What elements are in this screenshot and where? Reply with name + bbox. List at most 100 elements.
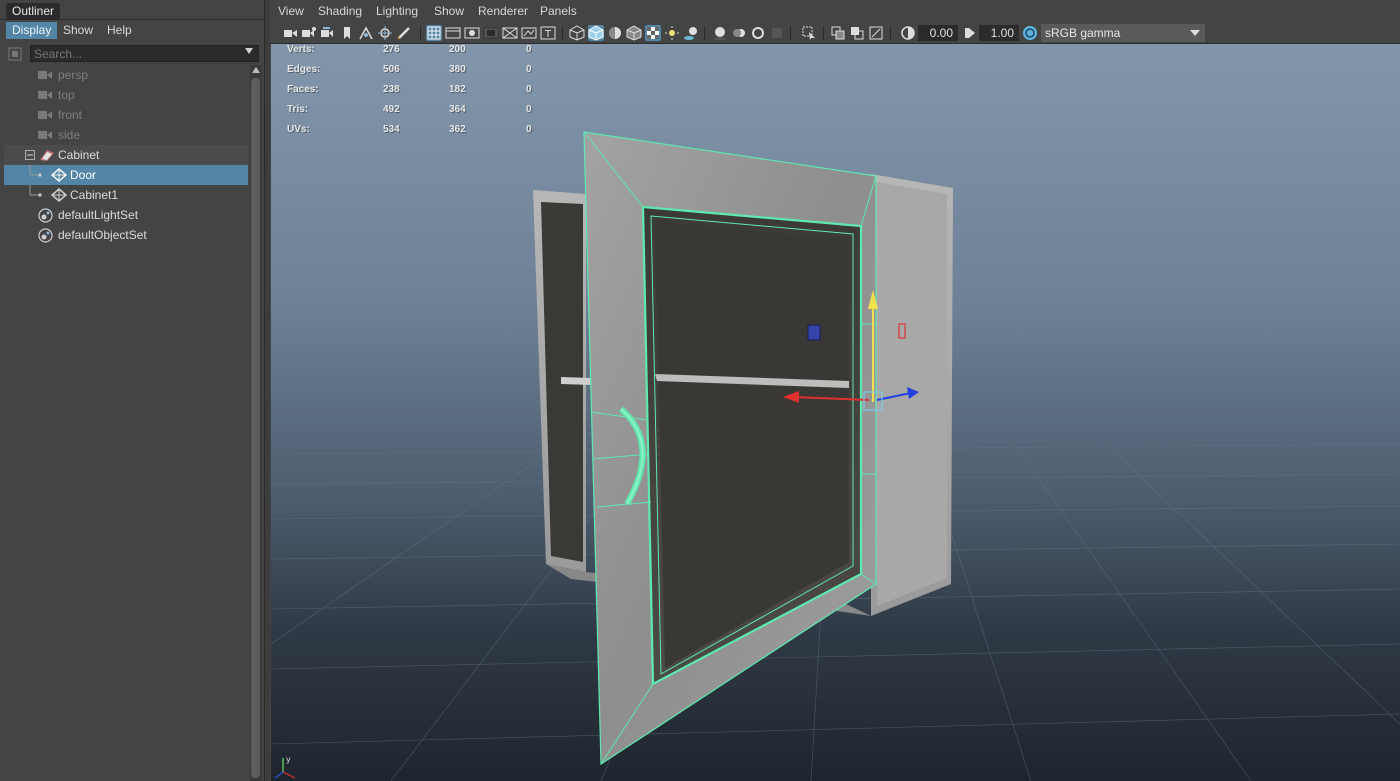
wireframe-icon[interactable] [569,25,585,41]
hud-value: 492 [383,104,400,115]
panel-divider[interactable] [264,0,270,781]
isolate-select-icon[interactable] [801,25,817,41]
viewport-menu-lighting[interactable]: Lighting [376,3,418,20]
outliner-item-front[interactable]: front [4,105,248,125]
outliner-item-defaultobjectset[interactable]: defaultObjectSet [4,225,248,245]
outliner-item-label: persp [58,68,89,82]
svg-text:T: T [544,29,552,40]
outliner-item-side[interactable]: side [4,125,248,145]
outliner-title-tab[interactable]: Outliner [6,3,61,19]
outliner-menu-help[interactable]: Help [101,22,138,39]
hud-row-faces: Faces: 238 182 0 [287,84,547,104]
viewport-menu-shading[interactable]: Shading [318,3,362,20]
exposure-field[interactable]: 0.00 [918,25,958,41]
depth-of-field-icon[interactable] [769,25,785,41]
hud-value: 0 [526,64,532,75]
xray-active-components-icon[interactable] [849,25,865,41]
wireframe-on-shaded-icon[interactable] [626,25,642,41]
outliner-item-label: Cabinet [58,148,100,162]
search-options-arrow-icon[interactable] [245,48,253,54]
safe-title-icon[interactable]: T [540,25,556,41]
xray-icon[interactable] [830,25,846,41]
hud-value: 364 [449,104,466,115]
hud-value: 0 [526,44,532,55]
textured-icon[interactable] [645,25,661,41]
bookmark-camera-icon[interactable] [320,25,336,41]
outliner-search-input[interactable] [30,45,259,62]
outliner-item-defaultlightset[interactable]: defaultLightSet [4,205,248,225]
gate-mask-icon[interactable] [483,25,499,41]
camera-icon [38,71,52,79]
grease-pencil-icon[interactable] [396,25,412,41]
xray-joints-icon[interactable] [868,25,884,41]
outliner-item-label: front [58,108,83,122]
outliner-panel: Outliner Display Show Help persp top fro… [0,0,264,781]
outliner-tree: persp top front side Cabinet Door Cabine… [4,65,248,781]
hud-row-edges: Edges: 506 380 0 [287,64,547,84]
hud-label: Edges: [287,64,321,75]
camera-icon [38,131,52,139]
gamma-field[interactable]: 1.00 [979,25,1019,41]
hud-value: 182 [449,84,466,95]
outliner-menu-show[interactable]: Show [57,22,99,39]
filter-icon[interactable] [8,47,22,61]
2d-pan-zoom-icon[interactable] [377,25,393,41]
chevron-down-icon[interactable] [1190,30,1200,36]
poly-count-hud: Verts: 276 200 0 Edges: 506 380 0 Faces:… [287,44,547,144]
hud-value: 362 [449,124,466,135]
outliner-item-door[interactable]: Door [4,165,248,185]
field-chart-icon[interactable] [502,25,518,41]
viewport-menu-show[interactable]: Show [434,3,464,20]
outliner-item-label: defaultObjectSet [58,228,147,242]
hud-value: 0 [526,104,532,115]
hud-label: Verts: [287,44,315,55]
camera-attributes-icon[interactable] [301,25,317,41]
collapse-icon[interactable] [25,150,35,160]
outliner-item-persp[interactable]: persp [4,65,248,85]
viewport-toolbar: T 0.00 1.00 sRGB gamma [270,22,1400,44]
hud-row-verts: Verts: 276 200 0 [287,44,547,64]
outliner-item-label: Door [70,168,97,182]
hud-value: 0 [526,124,532,135]
hud-value: 200 [449,44,466,55]
tree-line [29,185,42,197]
viewport-menu-renderer[interactable]: Renderer [478,3,528,20]
hud-value: 276 [383,44,400,55]
color-management-select[interactable]: sRGB gamma [1041,24,1205,42]
scene-render: y [271,131,1400,781]
viewport-menu-view[interactable]: View [278,3,304,20]
screen-space-ao-icon[interactable] [712,25,728,41]
hud-value: 0 [526,84,532,95]
outliner-item-label: Cabinet1 [70,188,119,202]
smooth-shade-icon[interactable] [588,25,604,41]
use-all-lights-icon[interactable] [664,25,680,41]
outliner-scroll-thumb[interactable] [251,78,260,778]
motion-blur-icon[interactable] [731,25,747,41]
outliner-menubar: Display Show Help [0,19,264,40]
hud-label: Faces: [287,84,319,95]
hud-label: Tris: [287,104,309,115]
gamma-icon[interactable] [962,25,978,41]
anti-aliasing-icon[interactable] [750,25,766,41]
safe-action-icon[interactable] [521,25,537,41]
exposure-icon[interactable] [900,25,916,41]
tree-line [29,165,42,177]
outliner-menu-display[interactable]: Display [6,22,58,39]
3d-viewport[interactable]: y Verts: 276 200 0 Edges: 506 380 0 Face… [271,44,1400,781]
outliner-item-cabinet1[interactable]: Cabinet1 [4,185,248,205]
color-management-icon[interactable] [1022,25,1038,41]
film-gate-icon[interactable] [445,25,461,41]
outliner-search-row [0,43,264,65]
viewport-menu-panels[interactable]: Panels [540,3,577,20]
scroll-up-arrow-icon[interactable] [252,67,260,73]
image-plane-icon[interactable] [358,25,374,41]
grid-icon[interactable] [426,25,442,41]
resolution-gate-icon[interactable] [464,25,480,41]
shadows-icon[interactable] [683,25,699,41]
select-camera-icon[interactable] [282,25,298,41]
outliner-item-label: defaultLightSet [58,208,139,222]
outliner-item-cabinet[interactable]: Cabinet [4,145,248,165]
default-material-icon[interactable] [607,25,623,41]
bookmark-icon[interactable] [339,25,355,41]
outliner-item-top[interactable]: top [4,85,248,105]
